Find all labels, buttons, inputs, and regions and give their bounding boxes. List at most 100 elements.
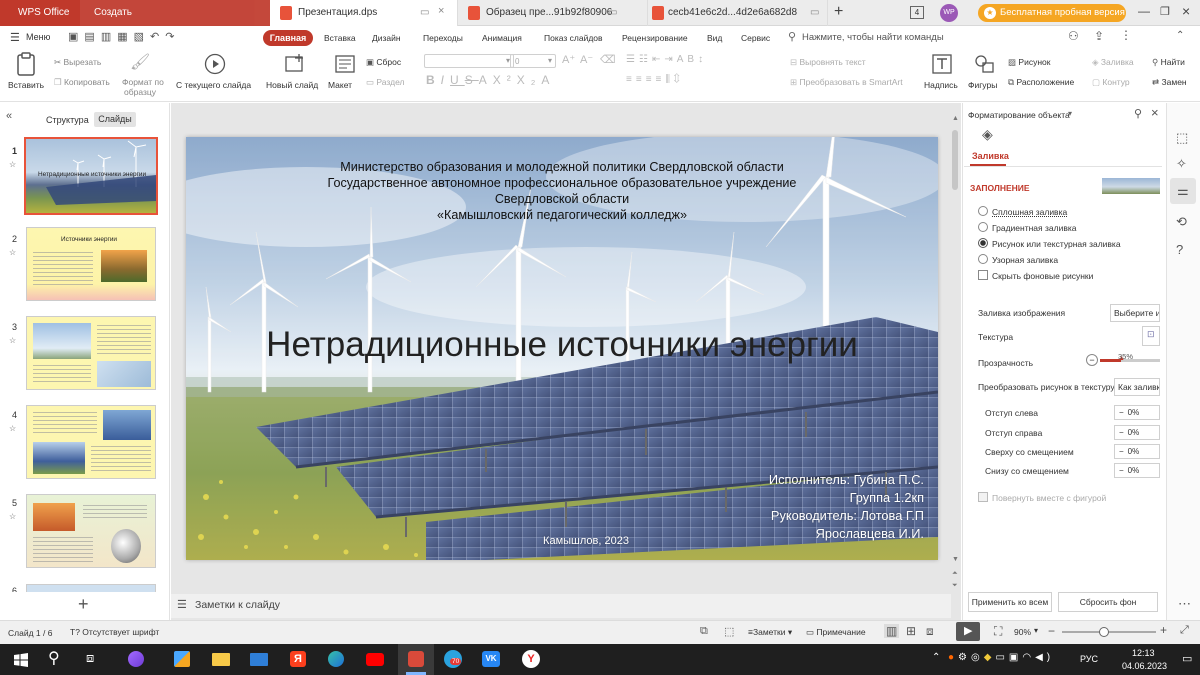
apply-all-button[interactable]: Применить ко всем: [968, 592, 1052, 612]
smartart-button[interactable]: ⊞ Преобразовать в SmartArt: [790, 77, 903, 88]
comments-button[interactable]: ▭ Примечание: [806, 627, 866, 638]
avatar[interactable]: WP: [940, 4, 958, 22]
texture-select[interactable]: ⊡: [1142, 326, 1160, 346]
bullets-icon[interactable]: ☰: [626, 54, 639, 65]
window-count-badge[interactable]: 4: [910, 6, 924, 19]
wps-home-tab[interactable]: WPS Office: [0, 0, 80, 26]
prev-slide-icon[interactable]: ⏶: [952, 570, 958, 578]
font-color-icon[interactable]: A: [541, 73, 555, 87]
screen-icon[interactable]: ▭: [810, 7, 819, 18]
add-slide-icon[interactable]: +: [78, 594, 89, 615]
offset-left-input[interactable]: −0%: [1114, 405, 1160, 420]
textbox-button[interactable]: Надпись: [924, 50, 964, 98]
more-icon[interactable]: ⋮: [1120, 28, 1132, 42]
help-icon[interactable]: ?: [1176, 242, 1183, 257]
replace-button[interactable]: ⇄ Замен: [1152, 77, 1187, 88]
layout-button[interactable]: Макет: [328, 50, 362, 98]
clock-time[interactable]: 12:13: [1132, 648, 1155, 658]
presenter-icon[interactable]: ⬚: [724, 625, 734, 638]
collapse-panel-icon[interactable]: «: [6, 110, 12, 122]
columns-icon[interactable]: ⫼: [665, 74, 674, 85]
vk-icon[interactable]: VK: [482, 651, 500, 667]
play-from-current-button[interactable]: С текущего слайда: [176, 50, 256, 98]
fit-icon[interactable]: ⛶: [994, 624, 1002, 639]
menu-tab-home[interactable]: Главная: [263, 30, 313, 46]
subscript-icon[interactable]: X₂: [517, 73, 542, 87]
numbering-icon[interactable]: ☷: [639, 54, 652, 65]
yandex-browser-icon[interactable]: Y: [522, 650, 540, 668]
minus-icon[interactable]: −: [1115, 428, 1128, 437]
cut-button[interactable]: ✂ Вырезать: [54, 57, 101, 68]
network-app-icon[interactable]: ◎: [971, 652, 984, 663]
shield-icon[interactable]: ◆: [984, 652, 996, 663]
windows-start-icon[interactable]: [14, 653, 28, 667]
language-indicator[interactable]: РУС: [1080, 654, 1098, 664]
store-icon[interactable]: [174, 651, 190, 667]
screen-icon[interactable]: ▭: [608, 7, 617, 18]
user-add-icon[interactable]: ⚇: [1068, 29, 1079, 43]
alice-icon[interactable]: [128, 651, 144, 667]
reading-view-icon[interactable]: ⧈: [926, 624, 934, 639]
yandex-icon[interactable]: Я: [290, 651, 306, 667]
section-button[interactable]: ▭ Раздел: [366, 77, 405, 88]
trial-button[interactable]: ★ Бесплатная пробная версия: [978, 4, 1126, 22]
slide-title[interactable]: Нетрадиционные источники энергии: [186, 325, 938, 365]
tray-chevron-icon[interactable]: ⌃: [932, 652, 940, 663]
outline-button[interactable]: ▢ Контур: [1092, 77, 1130, 88]
justify-icon[interactable]: ≡: [656, 74, 666, 85]
close-tab-icon[interactable]: ×: [438, 5, 444, 17]
tab-sample[interactable]: Образец пре...91b92f80906 ▭: [460, 0, 648, 26]
menu-tab-review[interactable]: Рецензирование: [622, 33, 688, 43]
save-icon[interactable]: ▣: [68, 31, 84, 43]
create-tab[interactable]: Создать: [80, 0, 270, 26]
slide-header[interactable]: Министерство образования и молодежной по…: [246, 159, 878, 223]
clock-date[interactable]: 04.06.2023: [1122, 661, 1167, 671]
offset-bottom-input[interactable]: −0%: [1114, 463, 1160, 478]
reset-button[interactable]: ▣ Сброс: [366, 57, 401, 68]
tab-presentation[interactable]: Презентация.dps ▭ ×: [270, 0, 458, 26]
font-size-select[interactable]: 0 ▾: [510, 54, 556, 68]
slide-thumb-5[interactable]: [26, 494, 156, 568]
line-spacing-icon[interactable]: ↕: [698, 54, 707, 65]
image-fill-select[interactable]: Выберите из: [1110, 304, 1160, 322]
minus-icon[interactable]: −: [1115, 447, 1128, 456]
font-grow-icon[interactable]: A⁺: [562, 53, 575, 66]
status-notes-button[interactable]: ≡Заметки ▾: [748, 627, 792, 638]
zoom-in-icon[interactable]: +: [1160, 623, 1167, 637]
chevron-down-icon[interactable]: ▾: [1034, 626, 1038, 635]
slide-thumb-1[interactable]: Нетрадиционные источники энергии: [24, 137, 158, 215]
task-view-icon[interactable]: ⧈: [86, 650, 94, 666]
normal-view-icon[interactable]: ▥: [884, 624, 900, 638]
slide-thumb-2[interactable]: Источники энергии: [26, 227, 156, 301]
next-slide-icon[interactable]: ⏷: [952, 582, 958, 590]
offset-right-input[interactable]: −0%: [1114, 425, 1160, 440]
battery-icon[interactable]: ▭: [995, 652, 1008, 663]
convert-texture-select[interactable]: Как заливка: [1114, 378, 1160, 396]
menu-tab-design[interactable]: Дизайн: [372, 33, 401, 43]
format-panel-title[interactable]: Форматирование объекта: [968, 110, 1070, 120]
slides-tab[interactable]: Слайды: [94, 112, 136, 127]
undo-icon[interactable]: ↶: [150, 31, 165, 43]
indent-inc-icon[interactable]: ⇥: [664, 54, 676, 65]
zoom-out-icon[interactable]: −: [1048, 624, 1055, 638]
slide-only-icon[interactable]: ⧉: [700, 625, 708, 638]
magic-icon[interactable]: ✧: [1176, 156, 1187, 172]
pin-icon[interactable]: ⚲: [1134, 107, 1142, 120]
search-taskbar-icon[interactable]: ⚲: [48, 648, 60, 668]
fill-tab[interactable]: Заливка: [972, 151, 1009, 161]
explorer-icon[interactable]: [212, 653, 230, 666]
new-tab-icon[interactable]: +: [834, 3, 843, 21]
gear-icon[interactable]: ⚙: [958, 652, 971, 663]
preview-icon[interactable]: ▧: [134, 31, 150, 43]
align-text-button[interactable]: ⊟ Выровнять текст: [790, 57, 866, 68]
history-icon[interactable]: ⟲: [1176, 214, 1187, 230]
minus-icon[interactable]: −: [1115, 408, 1128, 417]
slide[interactable]: Министерство образования и молодежной по…: [186, 137, 938, 560]
fill-button[interactable]: ◈ Заливка: [1092, 57, 1134, 68]
find-button[interactable]: ⚲ Найти: [1152, 57, 1185, 68]
minimize-icon[interactable]: —: [1138, 4, 1150, 18]
italic-icon[interactable]: I: [441, 73, 450, 87]
volume-icon[interactable]: ◀): [1035, 652, 1054, 663]
structure-tab[interactable]: Структура: [46, 115, 89, 125]
vertical-scrollbar[interactable]: [951, 128, 959, 588]
